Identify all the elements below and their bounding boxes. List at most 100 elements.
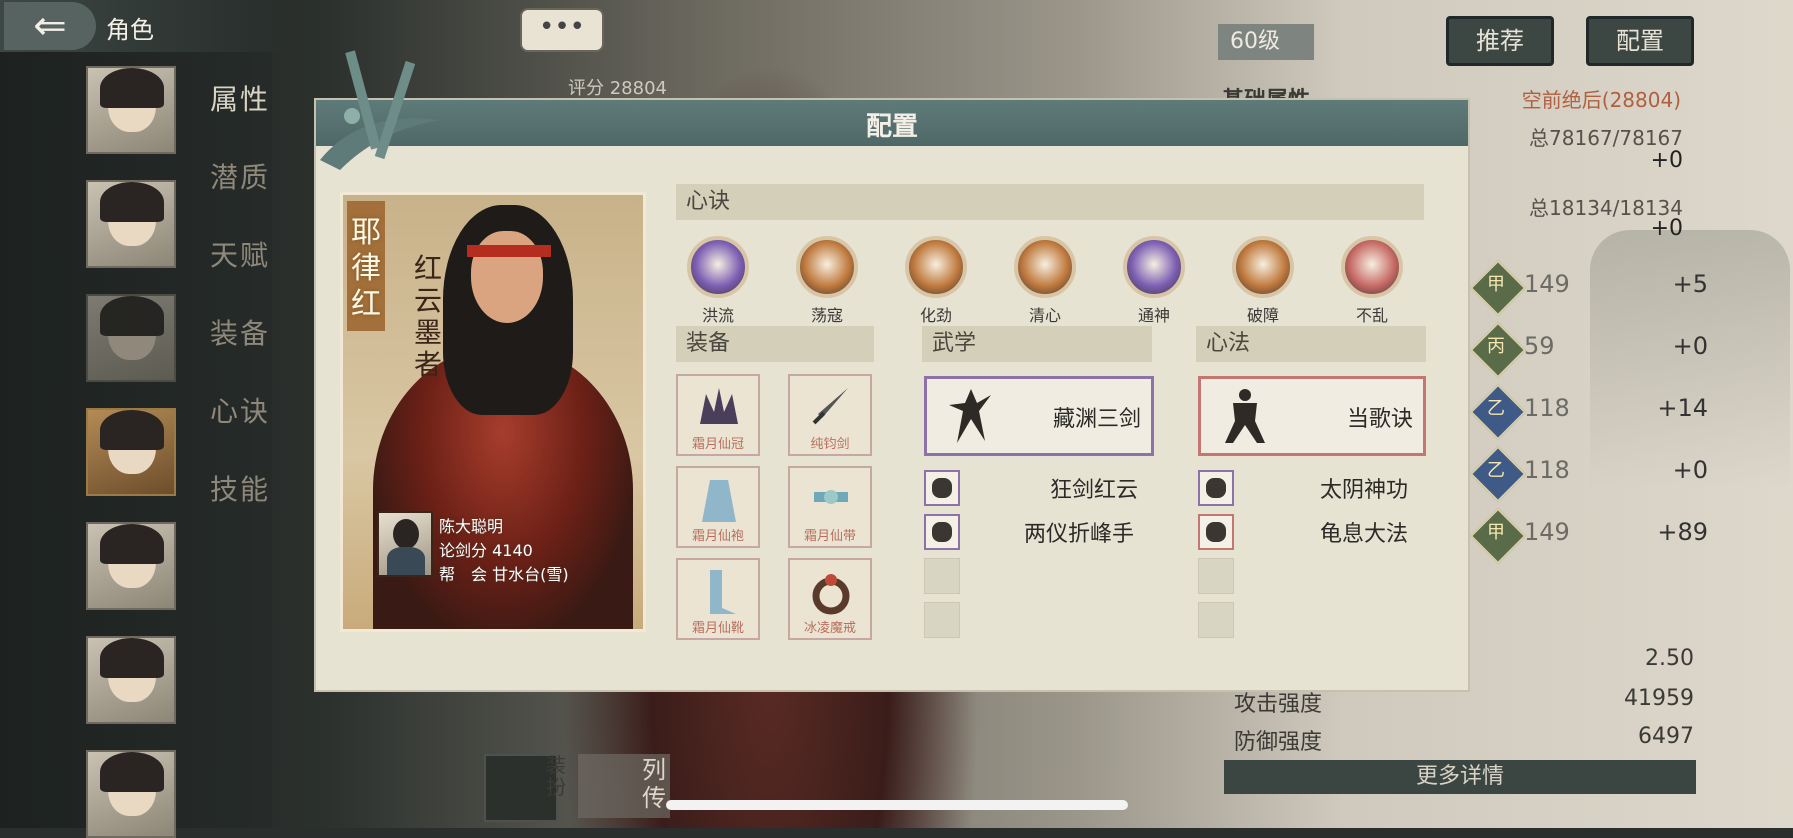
martial-sub-icon[interactable]	[924, 470, 960, 506]
character-portrait-selected[interactable]	[86, 408, 176, 496]
home-indicator[interactable]	[666, 800, 1128, 810]
stat-value: 149	[1524, 270, 1570, 298]
martial-sub-icon[interactable]	[924, 514, 960, 550]
empty-slot[interactable]	[1198, 602, 1234, 638]
stat-row: 身法 乙 118 +14	[1442, 383, 1708, 441]
stat-row: 定力 甲 149 +89	[1442, 507, 1708, 565]
equipment-slot-robe[interactable]: 霜月仙袍	[676, 466, 760, 548]
hero-name: 耶律红	[351, 215, 381, 322]
character-card: 耶律红 红云墨者 陈大聪明 论剑分 4140 帮 会 甘水台(雪)	[340, 192, 646, 632]
menu-potential[interactable]: 潜质	[210, 156, 270, 196]
xinjue-orb-icon[interactable]	[1123, 236, 1185, 298]
sword-score: 论剑分 4140	[439, 537, 533, 561]
stat-bonus: +5	[1672, 270, 1708, 298]
guild-value: 甘水台(雪)	[492, 565, 569, 584]
grade-glyph: 乙	[1487, 398, 1505, 419]
defense-row: 防御强度 6497	[1234, 724, 1694, 756]
level-badge: 60级	[1218, 24, 1314, 60]
score-value: 28804	[609, 78, 667, 99]
boots-icon	[710, 570, 736, 614]
sword-icon	[812, 388, 848, 425]
hero-title: 红云墨者	[413, 252, 442, 381]
heart-sub-icon[interactable]	[1198, 470, 1234, 506]
heart-sub-name[interactable]: 太阴神功	[1320, 472, 1408, 504]
hero-headband	[467, 245, 551, 257]
menu-talent[interactable]: 天赋	[210, 234, 270, 274]
crown-icon	[700, 388, 738, 424]
equipment-name: 霜月仙冠	[691, 437, 744, 452]
equipment-slot-ring[interactable]: 冰凌魔戒	[788, 558, 872, 640]
stat-bonus: +0	[1672, 456, 1708, 484]
xinjue-name: 清心	[1028, 306, 1061, 325]
crossed-swords-icon	[320, 50, 440, 170]
martial-sub-name[interactable]: 两仪折峰手	[1024, 516, 1134, 548]
menu-skills[interactable]: 技能	[210, 468, 270, 508]
heart-sub-icon[interactable]	[1198, 514, 1234, 550]
defense-label: 防御强度	[1234, 730, 1323, 755]
character-portrait[interactable]	[86, 522, 176, 610]
attack-row: 攻击强度 41959	[1234, 686, 1694, 718]
xinjue-orb-icon[interactable]	[687, 236, 749, 298]
character-portrait[interactable]	[86, 294, 176, 382]
more-details-button[interactable]: 更多详情	[1224, 760, 1696, 794]
martial-main-slot[interactable]: 藏渊三剑	[924, 376, 1154, 456]
xinjue-orb-icon[interactable]	[905, 236, 967, 298]
config-modal: 配置 耶律红 红云墨者 陈大聪明 论剑分 4140 帮 会 甘水台(雪) 心诀 …	[316, 50, 1468, 690]
heart-sub-name[interactable]: 龟息大法	[1320, 516, 1408, 548]
equipment-slot-boots[interactable]: 霜月仙靴	[676, 558, 760, 640]
martial-section-header: 武学	[922, 326, 1152, 362]
rating-text: 空前绝后(28804)	[1521, 88, 1681, 112]
equipment-name: 纯钧剑	[810, 437, 850, 452]
belt-icon	[814, 490, 848, 504]
menu-equipment[interactable]: 装备	[210, 312, 270, 352]
dress-up-label[interactable]: 装扮	[546, 754, 566, 798]
equipment-name: 霜月仙袍	[691, 529, 744, 544]
character-portrait[interactable]	[86, 66, 176, 154]
xinjue-section-header: 心诀	[676, 184, 1424, 220]
xinjue-orb-icon[interactable]	[1232, 236, 1294, 298]
equipment-slot-helmet[interactable]: 霜月仙冠	[676, 374, 760, 456]
recommend-button[interactable]: 推荐	[1446, 16, 1554, 66]
martial-sub-name[interactable]: 狂剑红云	[1050, 472, 1138, 504]
stat-value: 149	[1524, 518, 1570, 546]
xinjue-name: 荡寇	[810, 306, 843, 325]
martial-main-name: 藏渊三剑	[1052, 407, 1141, 432]
xinjue-orb-icon[interactable]	[1341, 236, 1403, 298]
stat-bonus: +89	[1657, 518, 1708, 546]
stat-value: 59	[1524, 332, 1555, 360]
xinjue-name: 洪流	[701, 306, 734, 325]
guild-label: 帮 会	[439, 565, 488, 584]
back-arrow-icon[interactable]: ⇐	[4, 2, 96, 50]
mp-bonus: +0	[1650, 216, 1683, 241]
hp-bonus: +0	[1650, 148, 1683, 173]
attack-value: 41959	[1624, 686, 1694, 711]
xinjue-name: 通神	[1137, 306, 1170, 325]
biography-label[interactable]: 列传	[642, 756, 666, 812]
modal-title: 配置	[865, 112, 918, 142]
character-portrait[interactable]	[86, 180, 176, 268]
empty-slot[interactable]	[924, 602, 960, 638]
character-portrait[interactable]	[86, 636, 176, 724]
heart-main-slot[interactable]: 当歌诀	[1198, 376, 1426, 456]
grade-glyph: 甲	[1487, 522, 1505, 543]
stat-bonus: +14	[1657, 394, 1708, 422]
xinjue-name: 破障	[1246, 306, 1279, 325]
page-title: 角色	[106, 16, 154, 44]
empty-slot[interactable]	[924, 558, 960, 594]
menu-attributes[interactable]: 属性	[210, 78, 270, 118]
xinjue-orb-icon[interactable]	[796, 236, 858, 298]
equipment-slot-belt[interactable]: 霜月仙带	[788, 466, 872, 548]
character-portrait[interactable]	[86, 750, 176, 838]
chat-bubble-icon[interactable]: •••	[520, 8, 604, 52]
stat-row: 剑法 甲 149 +5	[1442, 259, 1708, 317]
empty-slot[interactable]	[1198, 558, 1234, 594]
top-bar: ⇐ 角色	[0, 0, 290, 52]
attack-label: 攻击强度	[1234, 692, 1323, 717]
grade-glyph: 丙	[1487, 336, 1505, 357]
player-avatar[interactable]	[377, 511, 433, 577]
swordsman-icon	[949, 389, 991, 443]
equipment-slot-weapon[interactable]: 纯钧剑	[788, 374, 872, 456]
menu-xinjue[interactable]: 心诀	[210, 390, 270, 430]
xinjue-orb-icon[interactable]	[1014, 236, 1076, 298]
config-button[interactable]: 配置	[1586, 16, 1694, 66]
